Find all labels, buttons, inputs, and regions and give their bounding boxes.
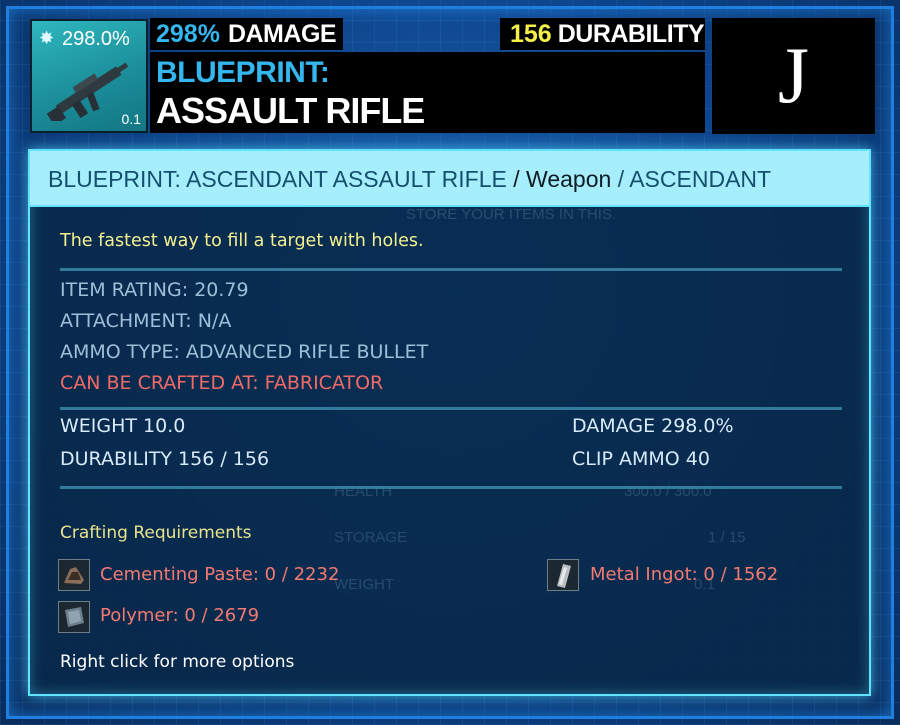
item-description: The fastest way to fill a target with ho… — [60, 231, 424, 251]
damage-banner-value: 298% — [156, 20, 220, 48]
bg-storage-label: STORAGE — [334, 529, 408, 546]
item-title-banner: BLUEPRINT: ASSAULT RIFLE — [150, 52, 705, 133]
divider — [60, 268, 842, 271]
item-tooltip: BLUEPRINT: ASCENDANT ASSAULT RIFLE / Wea… — [28, 149, 871, 696]
item-slot[interactable]: ✸ 298.0% 0.1 — [30, 19, 148, 133]
tooltip-separator: / — [506, 166, 527, 192]
requirement-metal-ingot: Metal Ingot: 0 / 1562 — [590, 564, 779, 585]
tooltip-header: BLUEPRINT: ASCENDANT ASSAULT RIFLE / Wea… — [30, 151, 869, 207]
polymer-icon — [58, 601, 90, 633]
crafting-requirements-heading: Crafting Requirements — [60, 523, 252, 543]
requirement-cementing-paste: Cementing Paste: 0 / 2232 — [100, 564, 340, 585]
ammo-type: AMMO TYPE: ADVANCED RIFLE BULLET — [60, 341, 429, 363]
durability-banner-label: DURABILITY — [557, 20, 705, 48]
durability-banner: 156 DURABILITY — [500, 18, 705, 50]
damage-banner-label: DAMAGE — [227, 20, 337, 48]
durability-banner-value: 156 — [510, 20, 552, 48]
metal-ingot-icon — [547, 559, 579, 591]
requirement-polymer: Polymer: 0 / 2679 — [100, 605, 260, 626]
durability-stat: DURABILITY 156 / 156 — [60, 448, 270, 470]
context-hint: Right click for more options — [60, 652, 295, 672]
damage-burst-icon: ✸ — [39, 28, 55, 49]
bg-weight-label: WEIGHT — [334, 576, 394, 593]
tooltip-category: Weapon — [526, 166, 612, 192]
divider — [60, 486, 842, 489]
tooltip-separator: / — [611, 166, 630, 192]
item-title-prefix: BLUEPRINT: — [156, 56, 330, 89]
item-title: ASSAULT RIFLE — [156, 90, 425, 131]
crafted-at: CAN BE CRAFTED AT: FABRICATOR — [60, 372, 384, 394]
slot-percent: 298.0% — [62, 28, 130, 50]
weight-stat: WEIGHT 10.0 — [60, 415, 186, 437]
damage-stat: DAMAGE 298.0% — [572, 415, 734, 437]
bg-store-text: STORE YOUR ITEMS IN THIS. — [406, 206, 617, 223]
tooltip-item-name: BLUEPRINT: ASCENDANT ASSAULT RIFLE — [48, 166, 507, 192]
divider — [60, 407, 842, 410]
damage-banner: 298% DAMAGE — [150, 18, 343, 50]
tooltip-quality: ASCENDANT — [629, 166, 772, 192]
bg-storage-value: 1 / 15 — [708, 529, 746, 546]
slot-quantity: 0.1 — [121, 111, 141, 127]
cementing-paste-icon — [58, 559, 90, 591]
hotkey-indicator: J — [712, 18, 875, 134]
clip-ammo-stat: CLIP AMMO 40 — [572, 448, 710, 470]
item-rating: ITEM RATING: 20.79 — [60, 279, 249, 301]
attachment: ATTACHMENT: N/A — [60, 310, 232, 332]
